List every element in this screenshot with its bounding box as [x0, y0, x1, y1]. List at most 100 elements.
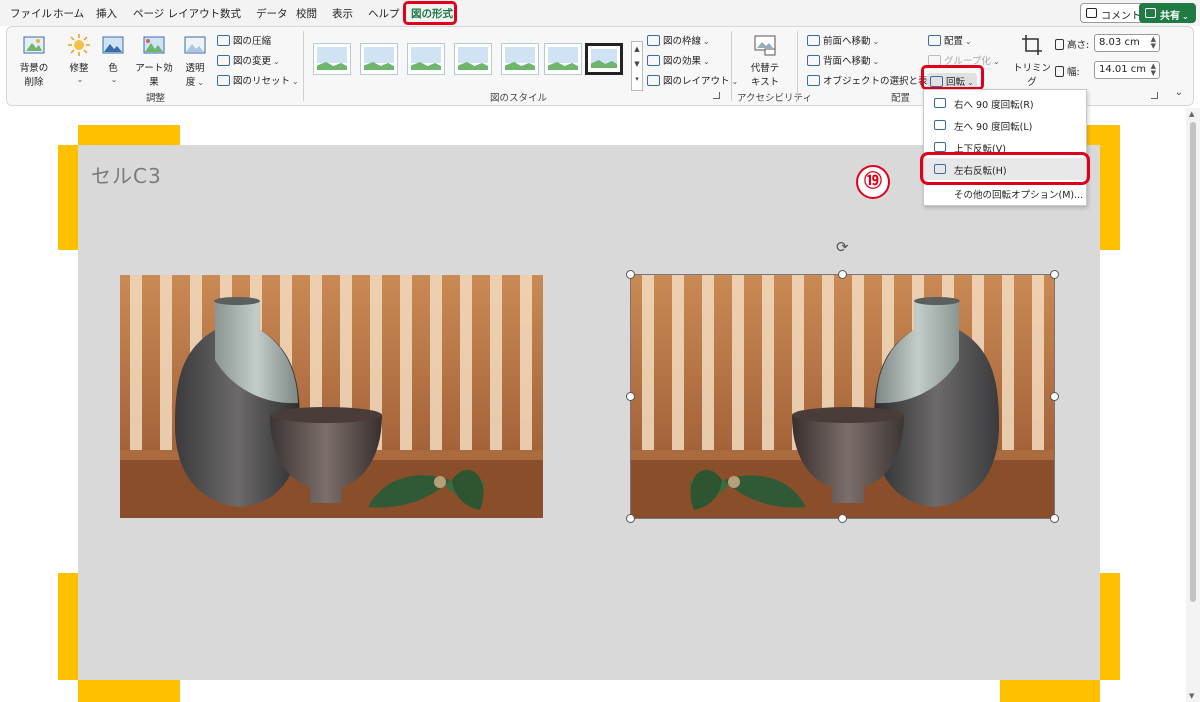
crop-label: トリミング [1013, 63, 1052, 88]
scrollbar-thumb[interactable] [1190, 122, 1196, 602]
selection-pane-button[interactable]: オブジェクトの選択と表示 [807, 73, 937, 87]
transparency-icon [184, 36, 206, 54]
width-label: 幅: [1067, 67, 1080, 78]
picture-layout-button[interactable]: 図のレイアウト ⌄ [647, 73, 738, 87]
rotate-highlight-box [921, 65, 984, 90]
tab-file[interactable]: ファイル [10, 6, 52, 21]
picture-style-thumb[interactable] [585, 43, 623, 75]
comments-label: コメント [1101, 11, 1141, 22]
reset-picture-button[interactable]: 図のリセット ⌄ [217, 73, 299, 87]
width-icon [1055, 66, 1064, 77]
resize-handle[interactable] [838, 514, 847, 523]
alt-text-icon [754, 35, 776, 56]
resize-handle[interactable] [626, 270, 635, 279]
picture-layout-icon [647, 75, 660, 86]
picture-style-thumb[interactable] [407, 43, 445, 75]
width-field-label: 幅: [1055, 64, 1080, 78]
flip-vertical-icon [934, 142, 946, 152]
sake-set-photo-flipped [631, 275, 1054, 518]
styles-gallery-scroll[interactable]: ▲ ▼ ▾ [631, 41, 643, 91]
picture-layout-label: 図のレイアウト [663, 76, 730, 87]
ribbon-divider [731, 31, 732, 101]
picture-border-button[interactable]: 図の枠線 ⌄ [647, 33, 710, 47]
tab-data[interactable]: データ [256, 6, 288, 21]
group-label-accessibility: アクセシビリティ [737, 93, 812, 104]
picture-style-thumb[interactable] [454, 43, 492, 75]
menu-item-more-rotation-options[interactable]: その他の回転オプション(M)... [924, 182, 1086, 204]
compress-icon [217, 35, 230, 46]
align-button[interactable]: 配置 ⌄ [928, 33, 972, 47]
menu-item-rotate-left-90[interactable]: 左へ 90 度回転(L) [924, 114, 1086, 136]
alt-text-button[interactable]: 代替テ キスト [743, 33, 787, 88]
resize-handle[interactable] [1050, 270, 1059, 279]
resize-handle[interactable] [626, 392, 635, 401]
height-icon [1055, 39, 1064, 50]
resize-handle[interactable] [838, 270, 847, 279]
menu-item-rotate-right-90[interactable]: 右へ 90 度回転(R) [924, 92, 1086, 114]
send-backward-label: 背面へ移動 [823, 56, 871, 67]
picture-style-thumb[interactable] [544, 43, 582, 75]
collapse-ribbon-icon[interactable]: ⌄ [1175, 87, 1183, 98]
picture-effects-button[interactable]: 図の効果 ⌄ [647, 53, 710, 67]
original-photo[interactable] [120, 275, 543, 518]
rotate-left-icon [934, 120, 946, 130]
sun-icon [68, 34, 90, 56]
picture-style-thumb[interactable] [501, 43, 539, 75]
resize-handle[interactable] [1050, 392, 1059, 401]
frame-corner [1100, 125, 1120, 250]
height-value: 8.03 cm [1099, 37, 1140, 48]
flipped-photo[interactable] [631, 275, 1054, 518]
tab-page-layout[interactable]: ページ レイアウト [133, 6, 220, 21]
frame-corner [78, 125, 180, 145]
tab-formulas[interactable]: 数式 [220, 6, 241, 21]
vertical-scrollbar[interactable]: ▲ ▼ [1186, 108, 1200, 702]
remove-background-button[interactable]: 背景の 削除 [15, 33, 53, 88]
tab-help[interactable]: ヘルプ [368, 6, 400, 21]
artistic-effects-label: アート効果 [135, 63, 173, 88]
picture-style-thumb[interactable] [360, 43, 398, 75]
remove-background-label: 背景の 削除 [19, 63, 49, 88]
tab-review[interactable]: 校閲 [296, 6, 317, 21]
send-backward-icon [807, 55, 820, 66]
tab-view[interactable]: 表示 [332, 6, 353, 21]
picture-effects-icon [647, 55, 660, 66]
bring-forward-button[interactable]: 前面へ移動 ⌄ [807, 33, 879, 47]
send-backward-button[interactable]: 背面へ移動 ⌄ [807, 53, 879, 67]
ribbon-divider [797, 31, 798, 101]
height-input[interactable]: 8.03 cm ▲ ▼ [1094, 34, 1160, 52]
color-label: 色 [108, 63, 118, 74]
change-picture-button[interactable]: 図の変更 ⌄ [217, 53, 280, 67]
compress-pictures-button[interactable]: 図の圧縮 [217, 33, 271, 47]
flip-horizontal-highlight-box [920, 152, 1090, 185]
resize-handle[interactable] [1050, 514, 1059, 523]
menu-item-label: 右へ 90 度回転(R) [954, 100, 1034, 111]
rotate-handle-icon[interactable]: ⟳ [836, 240, 851, 255]
cell-title: セルC3 [91, 164, 162, 188]
align-icon [928, 35, 941, 46]
size-dialog-launcher[interactable] [1151, 92, 1158, 99]
group-label-styles: 図のスタイル [490, 93, 548, 104]
scroll-up-icon[interactable]: ▲ [1189, 110, 1194, 118]
corrections-label: 修整 [69, 63, 89, 74]
share-button[interactable]: 共有 ⌄ [1139, 3, 1196, 23]
change-picture-icon [217, 55, 230, 66]
reset-picture-icon [217, 75, 230, 86]
transparency-button[interactable]: 透明 度 ⌄ [181, 33, 209, 88]
frame-corner [78, 680, 180, 702]
width-value: 14.01 cm [1099, 64, 1147, 75]
picture-style-thumb[interactable] [313, 43, 351, 75]
resize-handle[interactable] [626, 514, 635, 523]
menu-item-label: 左へ 90 度回転(L) [954, 122, 1033, 133]
remove-background-icon [23, 36, 45, 54]
styles-dialog-launcher[interactable] [713, 92, 720, 99]
color-button[interactable]: 色 ⌄ [99, 33, 127, 85]
frame-corner [58, 573, 78, 680]
tab-home[interactable]: ホーム [53, 6, 84, 21]
width-input[interactable]: 14.01 cm ▲ ▼ [1094, 61, 1160, 79]
scroll-down-icon[interactable]: ▼ [1189, 692, 1194, 700]
height-label: 高さ: [1067, 40, 1090, 51]
comments-button[interactable]: コメント [1080, 3, 1148, 23]
tab-insert[interactable]: 挿入 [96, 6, 117, 21]
corrections-button[interactable]: 修整 ⌄ [61, 33, 97, 85]
frame-corner [58, 145, 78, 250]
